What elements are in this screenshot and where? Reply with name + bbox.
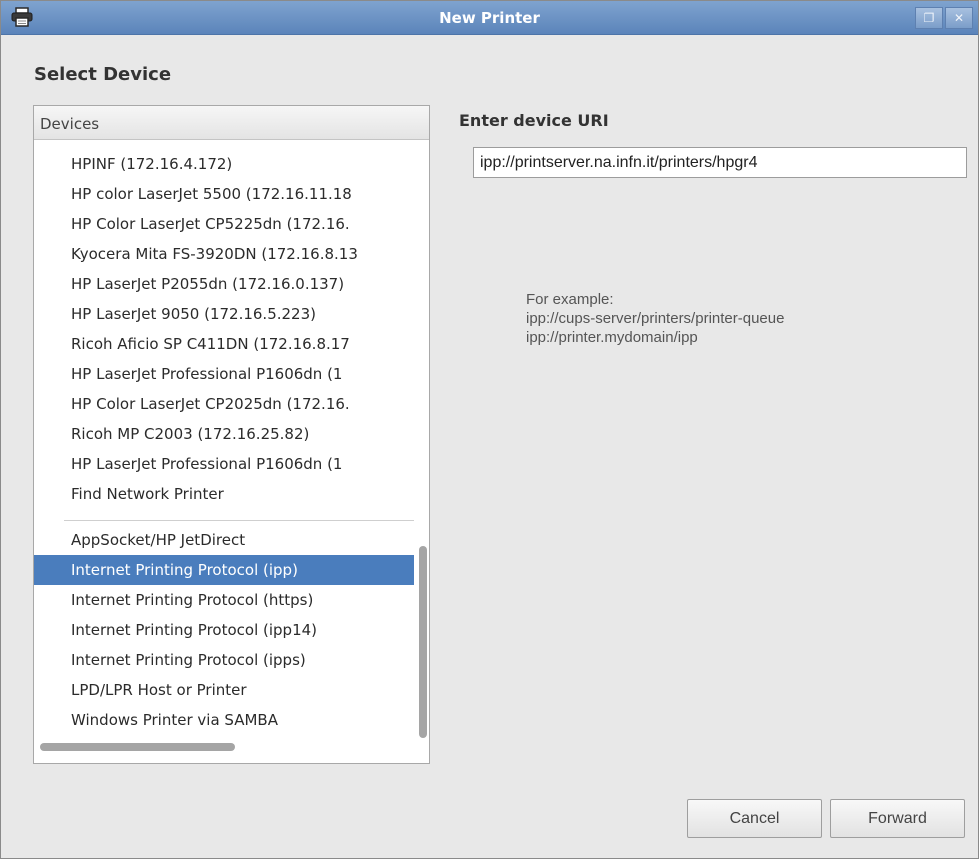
device-list[interactable]: HPINF (172.16.4.172) HP color LaserJet 5… (34, 140, 414, 740)
devices-column-header[interactable]: Devices (34, 106, 429, 140)
horizontal-scrollbar-thumb[interactable] (40, 743, 235, 751)
new-printer-window: New Printer ❐ ✕ Select Device Devices HP… (0, 0, 979, 859)
list-item[interactable]: HP Color LaserJet CP5225dn (172.16. (34, 209, 414, 239)
list-separator (64, 520, 414, 521)
horizontal-scrollbar[interactable] (34, 740, 429, 754)
list-item[interactable]: Kyocera Mita FS-3920DN (172.16.8.13 (34, 239, 414, 269)
device-uri-input[interactable] (473, 147, 967, 178)
list-item[interactable]: HP LaserJet Professional P1606dn (1 (34, 449, 414, 479)
cancel-button[interactable]: Cancel (687, 799, 822, 838)
list-item[interactable]: HP LaserJet P2055dn (172.16.0.137) (34, 269, 414, 299)
forward-button[interactable]: Forward (830, 799, 965, 838)
example-heading: For example: (526, 291, 614, 308)
list-item[interactable]: HPINF (172.16.4.172) (34, 149, 414, 179)
page-title: Select Device (34, 64, 172, 85)
list-item[interactable]: Internet Printing Protocol (ipps) (34, 645, 414, 675)
vertical-scrollbar[interactable] (417, 140, 429, 740)
list-item[interactable]: Internet Printing Protocol (https) (34, 585, 414, 615)
list-item[interactable]: HP Color LaserJet CP2025dn (172.16. (34, 389, 414, 419)
list-item[interactable]: LPD/LPR Host or Printer (34, 675, 414, 705)
list-item[interactable]: AppSocket/HP JetDirect (34, 525, 414, 555)
list-item-selected[interactable]: Internet Printing Protocol (ipp) (34, 555, 414, 585)
list-item[interactable]: HP color LaserJet 5500 (172.16.11.18 (34, 179, 414, 209)
list-item[interactable]: HP LaserJet Professional P1606dn (1 (34, 359, 414, 389)
list-item[interactable]: Ricoh Aficio SP C411DN (172.16.8.17 (34, 329, 414, 359)
device-uri-label: Enter device URI (459, 111, 609, 130)
list-item-find-network-printer[interactable]: Find Network Printer (34, 479, 414, 509)
list-item[interactable]: Windows Printer via SAMBA (34, 705, 414, 735)
window-title: New Printer (439, 9, 540, 27)
list-item[interactable]: HP LaserJet 9050 (172.16.5.223) (34, 299, 414, 329)
example-uri-1: ipp://cups-server/printers/printer-queue (526, 310, 785, 327)
list-item[interactable]: Ricoh MP C2003 (172.16.25.82) (34, 419, 414, 449)
restore-icon[interactable]: ❐ (915, 7, 943, 29)
list-item[interactable]: Internet Printing Protocol (ipp14) (34, 615, 414, 645)
vertical-scrollbar-thumb[interactable] (419, 546, 427, 738)
devices-list-panel[interactable]: Devices HPINF (172.16.4.172) HP color La… (33, 105, 430, 764)
uri-example-text: For example: ipp://cups-server/printers/… (526, 290, 784, 347)
example-uri-2: ipp://printer.mydomain/ipp (526, 329, 698, 346)
close-icon[interactable]: ✕ (945, 7, 973, 29)
title-bar[interactable]: New Printer ❐ ✕ (1, 1, 978, 35)
